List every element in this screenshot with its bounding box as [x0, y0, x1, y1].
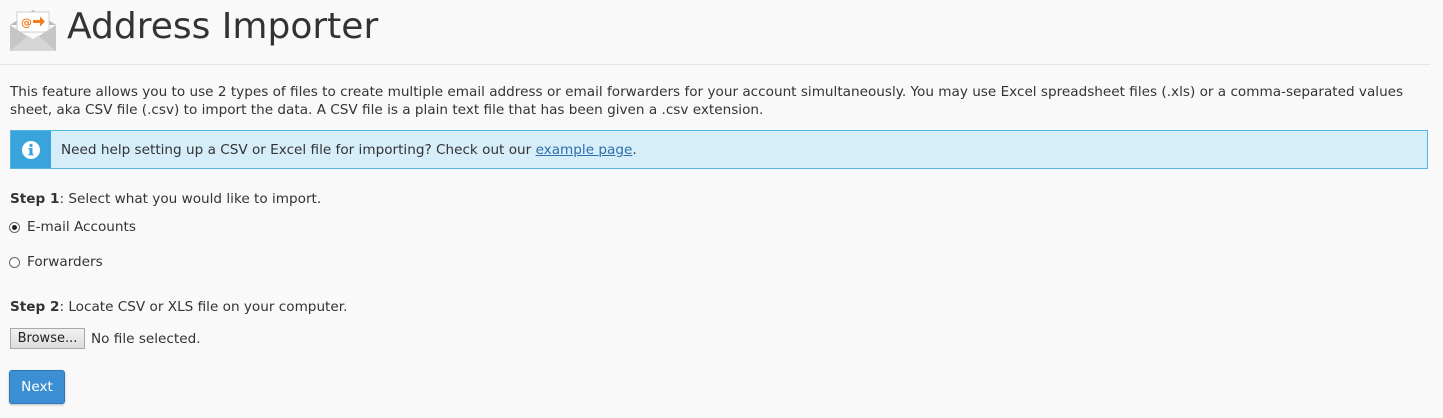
- page-title: Address Importer: [67, 6, 379, 47]
- step1-text: : Select what you would like to import.: [59, 191, 322, 207]
- radio-forwarders-label: Forwarders: [27, 254, 103, 270]
- step1-label: Step 1: Select what you would like to im…: [10, 190, 321, 208]
- step2-bold: Step 2: [10, 299, 60, 315]
- alert-icon-strip: [11, 131, 51, 168]
- next-button[interactable]: Next: [9, 370, 65, 404]
- svg-text:@: @: [21, 16, 32, 29]
- step2-label: Step 2: Locate CSV or XLS file on your c…: [10, 298, 347, 316]
- alert-text-before: Need help setting up a CSV or Excel file…: [61, 142, 536, 158]
- radio-email-accounts-control[interactable]: [9, 221, 20, 233]
- browse-button[interactable]: Browse...: [10, 328, 85, 349]
- alert-message: Need help setting up a CSV or Excel file…: [61, 141, 637, 159]
- step1-bold: Step 1: [10, 191, 60, 207]
- alert-text-after: .: [632, 142, 637, 158]
- step2-text: : Locate CSV or XLS file on your compute…: [59, 299, 348, 315]
- radio-email-accounts-label: E-mail Accounts: [27, 219, 136, 235]
- envelope-at-arrow-icon: @: [10, 10, 56, 51]
- feature-description: This feature allows you to use 2 types o…: [10, 84, 1404, 118]
- info-icon: [22, 141, 40, 159]
- example-page-link[interactable]: example page: [536, 142, 633, 158]
- radio-forwarders-control[interactable]: [9, 256, 20, 268]
- file-status: No file selected.: [91, 331, 201, 347]
- page-header: @ Address Importer: [0, 0, 1430, 65]
- help-alert: Need help setting up a CSV or Excel file…: [10, 130, 1428, 169]
- page: @ Address Importer This feature allows y…: [0, 0, 1443, 418]
- radio-forwarders[interactable]: Forwarders: [9, 252, 103, 272]
- radio-email-accounts[interactable]: E-mail Accounts: [9, 217, 136, 237]
